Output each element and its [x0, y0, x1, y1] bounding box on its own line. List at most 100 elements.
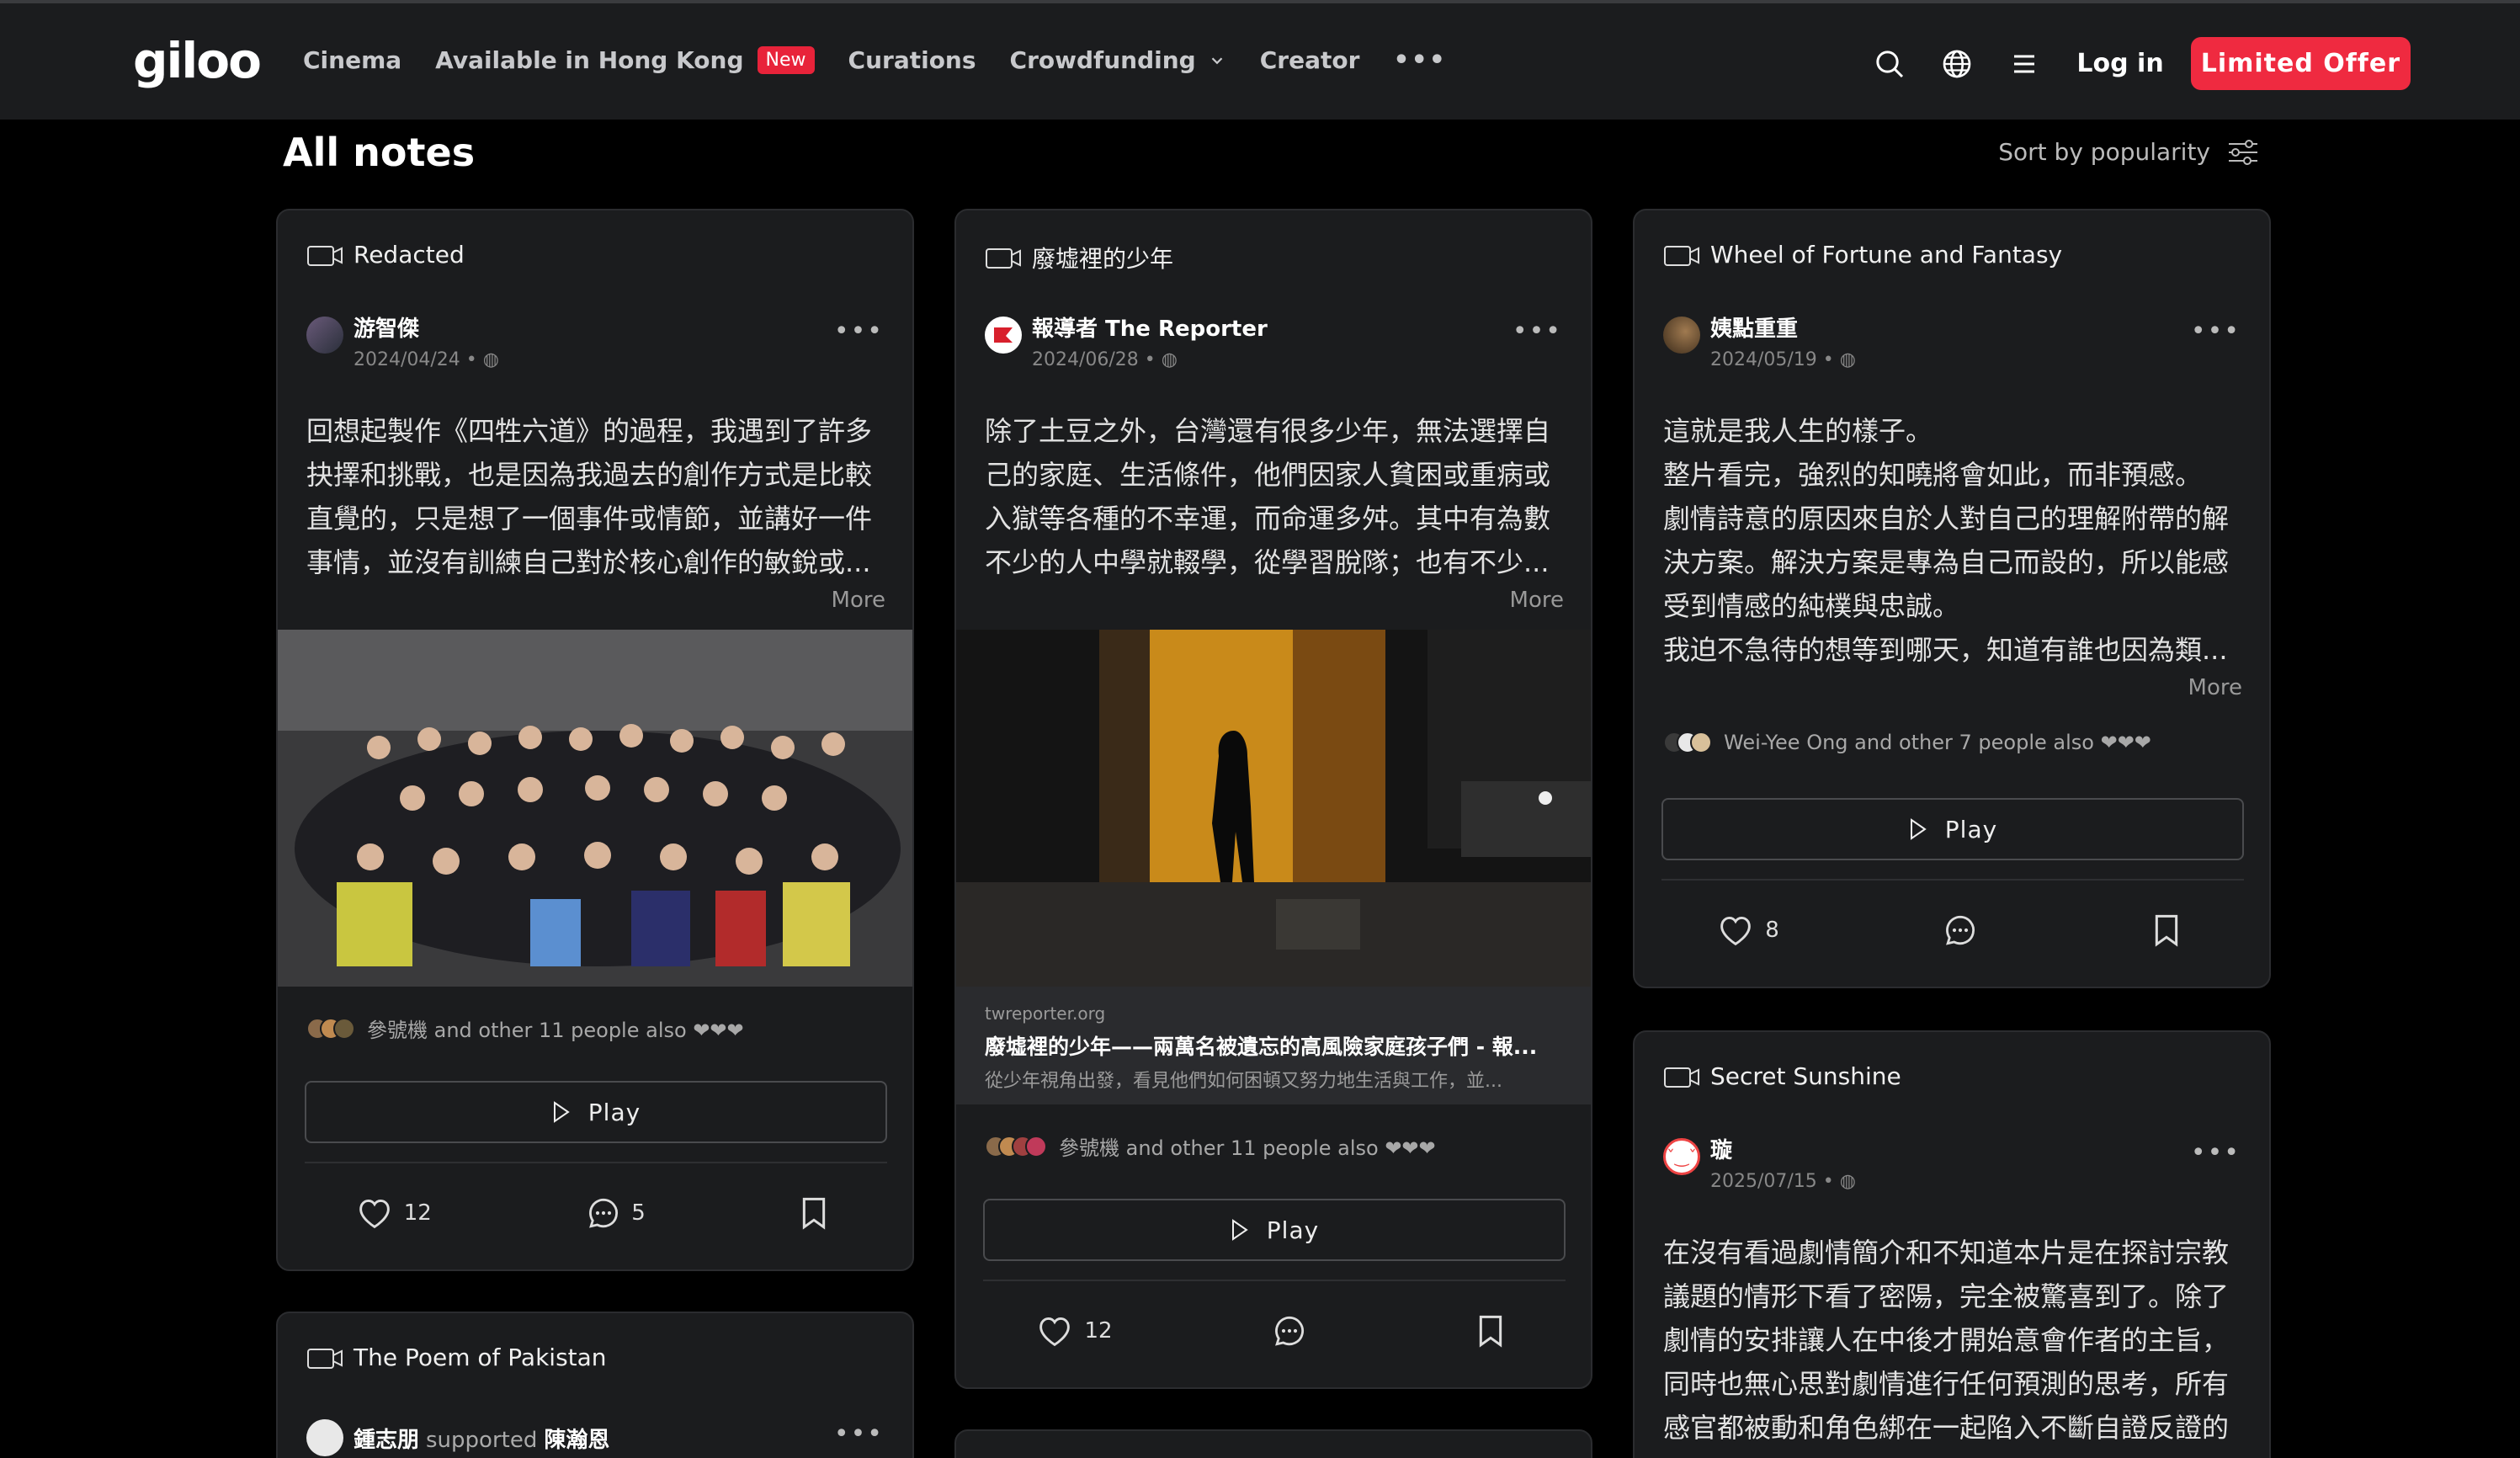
nav-available-hk[interactable]: Available in Hong Kong New: [435, 46, 815, 74]
bookmark-button[interactable]: [2152, 913, 2191, 947]
film-title-row[interactable]: The Poem of Pakistan: [306, 1344, 607, 1371]
post-date: 2024/04/24 • ◍: [354, 349, 499, 370]
avatar[interactable]: ˇ‿ˇ: [1663, 1138, 1700, 1175]
comment-button[interactable]: [1943, 913, 1988, 948]
author-name[interactable]: 鍾志朋: [354, 1428, 419, 1453]
globe-icon: ◍: [1839, 349, 1856, 370]
author-name[interactable]: 游智傑: [354, 311, 499, 343]
divider: [983, 1280, 1566, 1281]
date-text: 2025/07/15 •: [1710, 1171, 1834, 1192]
still-photo[interactable]: [956, 630, 1592, 987]
film-title-row[interactable]: Secret Sunshine: [1663, 1062, 1901, 1090]
video-camera-icon: [307, 245, 343, 266]
search-icon[interactable]: [1871, 45, 1908, 82]
post-date: 2025/07/15 • ◍: [1710, 1171, 1856, 1192]
nav-available-label: Available in Hong Kong: [435, 46, 744, 74]
more-options-icon[interactable]: •••: [1513, 317, 1562, 346]
login-button[interactable]: Log in: [2076, 49, 2163, 78]
globe-icon[interactable]: [1938, 45, 1975, 82]
play-icon: [1231, 1219, 1248, 1241]
more-options-icon[interactable]: •••: [834, 317, 884, 346]
play-button[interactable]: Play: [1661, 798, 2244, 860]
sort-dropdown[interactable]: Sort by popularity: [1998, 138, 2259, 166]
nav-curations[interactable]: Curations: [848, 46, 976, 74]
nav-creator[interactable]: Creator: [1260, 46, 1360, 74]
author-row: 游智傑 2024/04/24 • ◍: [306, 311, 499, 370]
nav-crowdfunding[interactable]: Crowdfunding: [1010, 46, 1226, 74]
video-camera-icon: [1664, 1067, 1699, 1088]
like-button[interactable]: 12: [355, 1196, 432, 1230]
reporter-logo-avatar[interactable]: [985, 317, 1022, 354]
heart-icon: [1039, 1317, 1071, 1347]
video-camera-icon: [307, 1348, 343, 1369]
play-button[interactable]: Play: [305, 1081, 887, 1143]
author-row: 鍾志朋 supported 陳瀚恩: [306, 1414, 609, 1456]
video-camera-icon: [986, 248, 1021, 269]
supported-text: supported: [426, 1428, 538, 1453]
supported-name[interactable]: 陳瀚恩: [544, 1428, 609, 1453]
film-title-row[interactable]: 廢墟裡的少年: [985, 241, 1173, 274]
actions-row: 8: [1635, 913, 2269, 948]
link-title: 廢墟裡的少年——兩萬名被遺忘的高風險家庭孩子們 - 報...: [985, 1035, 1538, 1059]
nav-cinema-label: Cinema: [303, 46, 402, 74]
avatar[interactable]: [306, 317, 343, 354]
post-date: 2024/05/19 • ◍: [1710, 349, 1856, 370]
also-liked-row[interactable]: 參號機 and other 11 people also ❤❤❤: [985, 1131, 1436, 1161]
globe-icon: ◍: [1161, 349, 1178, 370]
play-label: Play: [587, 1098, 641, 1126]
menu-icon[interactable]: [2006, 45, 2043, 82]
also-liked-row[interactable]: Wei-Yee Ong and other 7 people also ❤❤❤: [1663, 731, 2151, 754]
bookmark-button[interactable]: [800, 1196, 838, 1230]
more-link[interactable]: More: [2188, 675, 2242, 700]
comment-button[interactable]: [1272, 1313, 1317, 1349]
play-icon: [553, 1101, 570, 1123]
comment-button[interactable]: 5: [586, 1195, 646, 1231]
date-text: 2024/06/28 •: [1032, 349, 1156, 370]
link-preview[interactable]: twreporter.org 廢墟裡的少年——兩萬名被遺忘的高風險家庭孩子們 -…: [956, 987, 1591, 1104]
also-liked-row[interactable]: 參號機 and other 11 people also ❤❤❤: [306, 1014, 744, 1043]
more-options-icon[interactable]: •••: [834, 1419, 884, 1449]
like-button[interactable]: 8: [1716, 913, 1779, 947]
nav-cinema[interactable]: Cinema: [303, 46, 401, 74]
like-count: 8: [1765, 918, 1779, 943]
still-photo[interactable]: [278, 630, 914, 987]
film-title: The Poem of Pakistan: [354, 1344, 607, 1371]
more-options-icon[interactable]: •••: [2191, 1138, 2241, 1168]
globe-icon: ◍: [482, 349, 499, 370]
author-row: 報導者 The Reporter 2024/06/28 • ◍: [985, 311, 1268, 370]
like-button[interactable]: 12: [1035, 1314, 1113, 1348]
also-liked-text: Wei-Yee Ong and other 7 people also ❤❤❤: [1724, 731, 2151, 754]
divider: [305, 1162, 887, 1163]
note-card: Wheel of Fortune and Fantasy 姨點重重 2024/0…: [1633, 209, 2271, 988]
author-name[interactable]: 報導者 The Reporter: [1032, 311, 1268, 343]
film-title-row[interactable]: Wheel of Fortune and Fantasy: [1663, 241, 2062, 269]
avatar[interactable]: [1663, 317, 1700, 354]
more-link[interactable]: More: [832, 588, 885, 613]
more-options-icon[interactable]: •••: [2191, 317, 2241, 346]
film-title: Redacted: [354, 241, 465, 269]
author-row: 姨點重重 2024/05/19 • ◍: [1663, 311, 1856, 370]
sort-label: Sort by popularity: [1998, 138, 2210, 166]
note-text: 除了土豆之外，台灣還有很多少年，無法選擇自 己的家庭、生活條件，他們因家人貧困或…: [985, 415, 1551, 578]
note-card: [954, 1429, 1592, 1458]
giloo-logo[interactable]: giloo: [133, 32, 262, 89]
note-text: 在沒有看過劇情簡介和不知道本片是在探討宗教 議題的情形下看了密陽，完全被驚喜到了…: [1663, 1237, 2230, 1444]
also-liked-text: 參號機 and other 11 people also ❤❤❤: [367, 1019, 744, 1042]
play-button[interactable]: Play: [983, 1199, 1566, 1261]
liker-avatars: [306, 1017, 355, 1040]
comment-icon: [589, 1198, 619, 1228]
note-card: Secret Sunshine ˇ‿ˇ 璇 2025/07/15 • ◍ •••…: [1633, 1030, 2271, 1458]
page-title: All notes: [283, 130, 476, 175]
limited-offer-button[interactable]: Limited Offer: [2190, 37, 2411, 90]
liker-avatars: [1663, 732, 1712, 753]
film-title: Wheel of Fortune and Fantasy: [1710, 241, 2063, 269]
author-name[interactable]: 璇: [1710, 1133, 1856, 1164]
nav-creator-label: Creator: [1259, 46, 1360, 74]
avatar[interactable]: [306, 1419, 343, 1456]
nav-more-icon[interactable]: •••: [1393, 45, 1447, 75]
more-link[interactable]: More: [1510, 588, 1564, 613]
film-title-row[interactable]: Redacted: [306, 241, 465, 269]
bookmark-button[interactable]: [1476, 1314, 1515, 1348]
bookmark-icon: [803, 1197, 826, 1230]
author-name[interactable]: 姨點重重: [1710, 311, 1856, 343]
